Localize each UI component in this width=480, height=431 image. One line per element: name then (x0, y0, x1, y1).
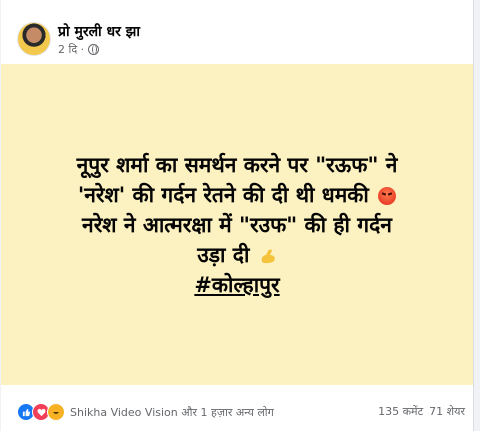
avatar[interactable] (17, 22, 51, 56)
hashtag-link[interactable]: #कोल्हापुर (194, 270, 279, 300)
reaction-text: Shikha Video Vision और 1 हज़ार अन्य लोग (70, 405, 274, 419)
comments-count[interactable]: 135 कमेंट (378, 404, 423, 419)
author-name[interactable]: प्रो मुरली धर झा (58, 22, 140, 41)
post-meta: 2 दि · (58, 42, 100, 57)
post-stats: 135 कमेंट 71 शेयर (378, 404, 465, 419)
post-line-1: नूपुर शर्मा का समर्थन करने पर "रऊफ" ने (76, 152, 398, 177)
post-text-background: नूपुर शर्मा का समर्थन करने पर "रऊफ" ने '… (1, 64, 473, 385)
post-line-4: उड़ा दी (197, 242, 250, 267)
flexed-biceps-icon (261, 249, 275, 263)
post-line-2: 'नरेश' की गर्दन रेतने की दी थी धमकी (77, 182, 369, 207)
globe-icon (88, 44, 100, 55)
shares-count[interactable]: 71 शेयर (429, 404, 465, 419)
post-footer: Shikha Video Vision और 1 हज़ार अन्य लोग … (1, 395, 473, 425)
post-time[interactable]: 2 दि · (58, 42, 84, 57)
reactions-summary[interactable]: Shikha Video Vision और 1 हज़ार अन्य लोग (17, 403, 274, 421)
post-line-3: नरेश ने आत्मरक्षा में "रउफ" की ही गर्दन (82, 212, 392, 237)
post-header: प्रो मुरली धर झा 2 दि · (1, 0, 473, 62)
angry-emoji-icon (378, 186, 397, 205)
post-card: प्रो मुरली धर झा 2 दि · नूपुर शर्मा का स… (1, 0, 474, 431)
haha-icon (47, 403, 65, 421)
post-line-4-wrapper: उड़ा दी (197, 240, 276, 270)
post-line-2-wrapper: 'नरेश' की गर्दन रेतने की दी थी धमकी (77, 180, 397, 210)
